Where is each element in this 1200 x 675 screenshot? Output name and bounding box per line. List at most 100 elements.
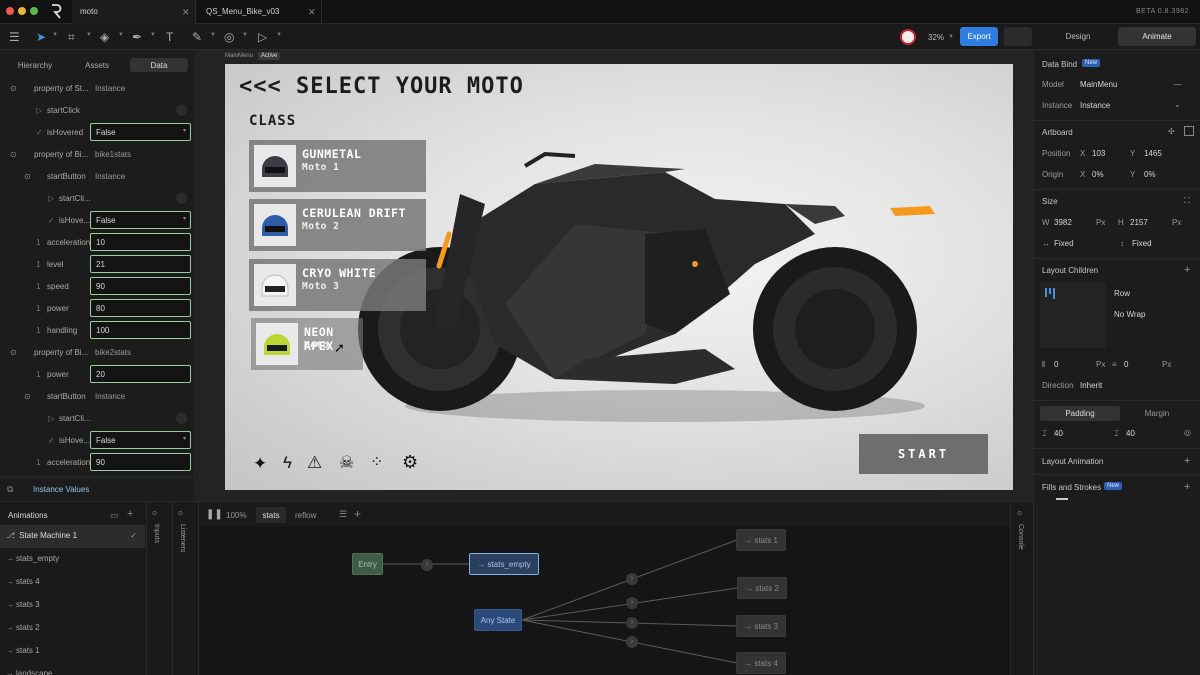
value-input[interactable]: 20 [90,365,191,383]
start-button[interactable]: START [859,434,988,474]
tree-row[interactable]: ⊙ property of Bi... bike2stats [0,342,196,363]
expand-chevron-icon[interactable]: ⊙ [24,392,31,401]
frame-tool-icon[interactable]: ⌗ [68,30,75,44]
animation-item[interactable]: → landscape [0,663,145,675]
state-graph[interactable]: Entry › → stats_empty Any State › › › › … [200,526,1010,675]
animate-mode-tab[interactable]: Animate [1118,27,1196,46]
origin-x-input[interactable]: 0% [1092,170,1104,179]
component-tool-icon[interactable]: ◈ [100,30,109,44]
value-input[interactable]: 10 [90,233,191,251]
instance-dropdown[interactable]: Instance [1080,101,1110,110]
fit-icon[interactable]: ⛶ [1184,196,1190,206]
animation-item[interactable]: → stats 2 [0,617,145,640]
value-dropdown[interactable]: False ▾ [90,211,191,229]
value-input[interactable]: 100 [90,321,191,339]
expand-chevron-icon[interactable]: ⊙ [10,150,17,159]
width-input[interactable]: 3982 [1054,218,1072,227]
tab-moto[interactable]: moto [72,0,196,24]
chevron-down-icon[interactable]: ▼ [52,32,58,38]
layer-list-icon[interactable]: ☰ [339,509,347,520]
trigger-button[interactable] [176,105,187,116]
app-logo-icon[interactable] [50,4,62,19]
moto-card-cryo-white[interactable]: CRYO WHITE Moto 3 [249,259,426,311]
dots-icon[interactable]: ⁘ [370,452,383,472]
gap-x-input[interactable]: 0 [1054,360,1058,369]
moto-card-gunmetal[interactable]: GUNMETAL Moto 1 [249,140,426,192]
text-tool-icon[interactable]: T [166,30,173,44]
animation-item[interactable]: ⎇ State Machine 1 ✓ [0,525,145,548]
wrap-dropdown[interactable]: No Wrap [1114,310,1145,319]
lightning-icon[interactable]: ϟ [283,453,292,473]
instance-values-link[interactable]: Instance Values [33,485,89,494]
add-animation-icon[interactable]: + [127,508,133,520]
height-mode-dropdown[interactable]: Fixed [1132,239,1152,248]
position-x-input[interactable]: 103 [1092,149,1105,158]
chevron-down-icon[interactable]: ▼ [86,32,92,38]
expand-chevron-icon[interactable]: ⊙ [10,348,17,357]
close-window-button[interactable] [6,7,14,15]
tree-row[interactable]: 1 acceleration 90 [0,452,196,473]
tree-row[interactable]: ⊙ property of St... Instance [0,78,196,99]
tab-stats[interactable]: stats [256,507,286,523]
padding-b-input[interactable]: 40 [1126,429,1135,438]
add-layer-icon[interactable]: + [354,507,361,521]
tree-row[interactable]: ⊙ startButton Instance [0,386,196,407]
play-icon[interactable]: ▷ [258,30,267,44]
collapse-icon[interactable]: ⊙ [1017,510,1022,517]
tree-row[interactable]: ▷ startCli... [0,188,196,209]
chevron-down-icon[interactable]: ▼ [210,32,216,38]
chevron-down-icon[interactable]: ▼ [118,32,124,38]
animation-item[interactable]: → stats 3 [0,594,145,617]
padding-tab[interactable]: Padding [1040,406,1120,421]
pen-tool-icon[interactable]: ✒ [132,30,142,44]
add-icon[interactable]: + [1184,264,1190,276]
width-mode-dropdown[interactable]: Fixed [1054,239,1074,248]
inputs-tab[interactable]: Inputs [153,524,160,543]
tree-row[interactable]: ▷ startCli... [0,408,196,429]
chevron-down-icon[interactable]: ▼ [242,32,248,38]
gap-y-input[interactable]: 0 [1124,360,1128,369]
value-input[interactable]: 90 [90,277,191,295]
expand-chevron-icon[interactable]: ⊙ [10,84,17,93]
tab-hierarchy[interactable]: Hierarchy [6,58,64,72]
animation-item[interactable]: → stats 1 [0,640,145,663]
moto-card-neon-apex[interactable]: NEON APEX Moto [251,318,363,370]
tab-reflow[interactable]: reflow [295,511,316,520]
tree-row[interactable]: ✓ isHove... False ▾ [0,430,196,451]
close-tab-icon[interactable]: ✕ [308,7,316,18]
padding-a-input[interactable]: 40 [1054,429,1063,438]
user-avatar[interactable] [900,29,916,45]
constraint-tool-icon[interactable]: ◎ [224,30,234,44]
value-input[interactable]: 21 [90,255,191,273]
transition-arrow-icon[interactable]: › [626,573,638,585]
design-mode-tab[interactable]: Design [1040,27,1116,46]
layout-icon[interactable]: ✣ [1168,127,1175,136]
margin-tab[interactable]: Margin [1120,406,1194,421]
target-icon[interactable]: ◎ [1184,428,1191,437]
trigger-button[interactable] [176,193,187,204]
chevron-down-icon[interactable]: ▼ [276,32,282,38]
menu-icon[interactable]: ☰ [9,30,20,44]
tree-row[interactable]: 1 power 80 [0,298,196,319]
transition-arrow-icon[interactable]: › [626,617,638,629]
model-dropdown[interactable]: MainMenu [1080,80,1117,89]
tree-row[interactable]: ✓ isHovered False ▾ [0,122,196,143]
chevron-down-icon[interactable]: ▼ [150,32,156,38]
tree-row[interactable]: 1 speed 90 [0,276,196,297]
tree-row[interactable]: 1 acceleration 10 [0,232,196,253]
transition-arrow-icon[interactable]: › [626,636,638,648]
tree-row[interactable]: ⊙ startButton Instance [0,166,196,187]
warning-icon[interactable]: ⚠ [307,453,322,473]
stats-empty-node[interactable]: → stats_empty [469,553,539,575]
transition-arrow-icon[interactable]: › [626,597,638,609]
stats-3-node[interactable]: → stats 3 [736,615,786,637]
add-icon[interactable]: + [1184,481,1190,493]
value-input[interactable]: 80 [90,299,191,317]
maximize-window-button[interactable] [30,7,38,15]
select-tool-icon[interactable]: ➤ [36,30,46,44]
minimize-window-button[interactable] [18,7,26,15]
zoom-level[interactable]: 32% [928,33,944,42]
share-button[interactable] [1004,27,1032,46]
chevron-down-icon[interactable]: — [1174,80,1182,89]
stats-1-node[interactable]: → stats 1 [736,529,786,551]
